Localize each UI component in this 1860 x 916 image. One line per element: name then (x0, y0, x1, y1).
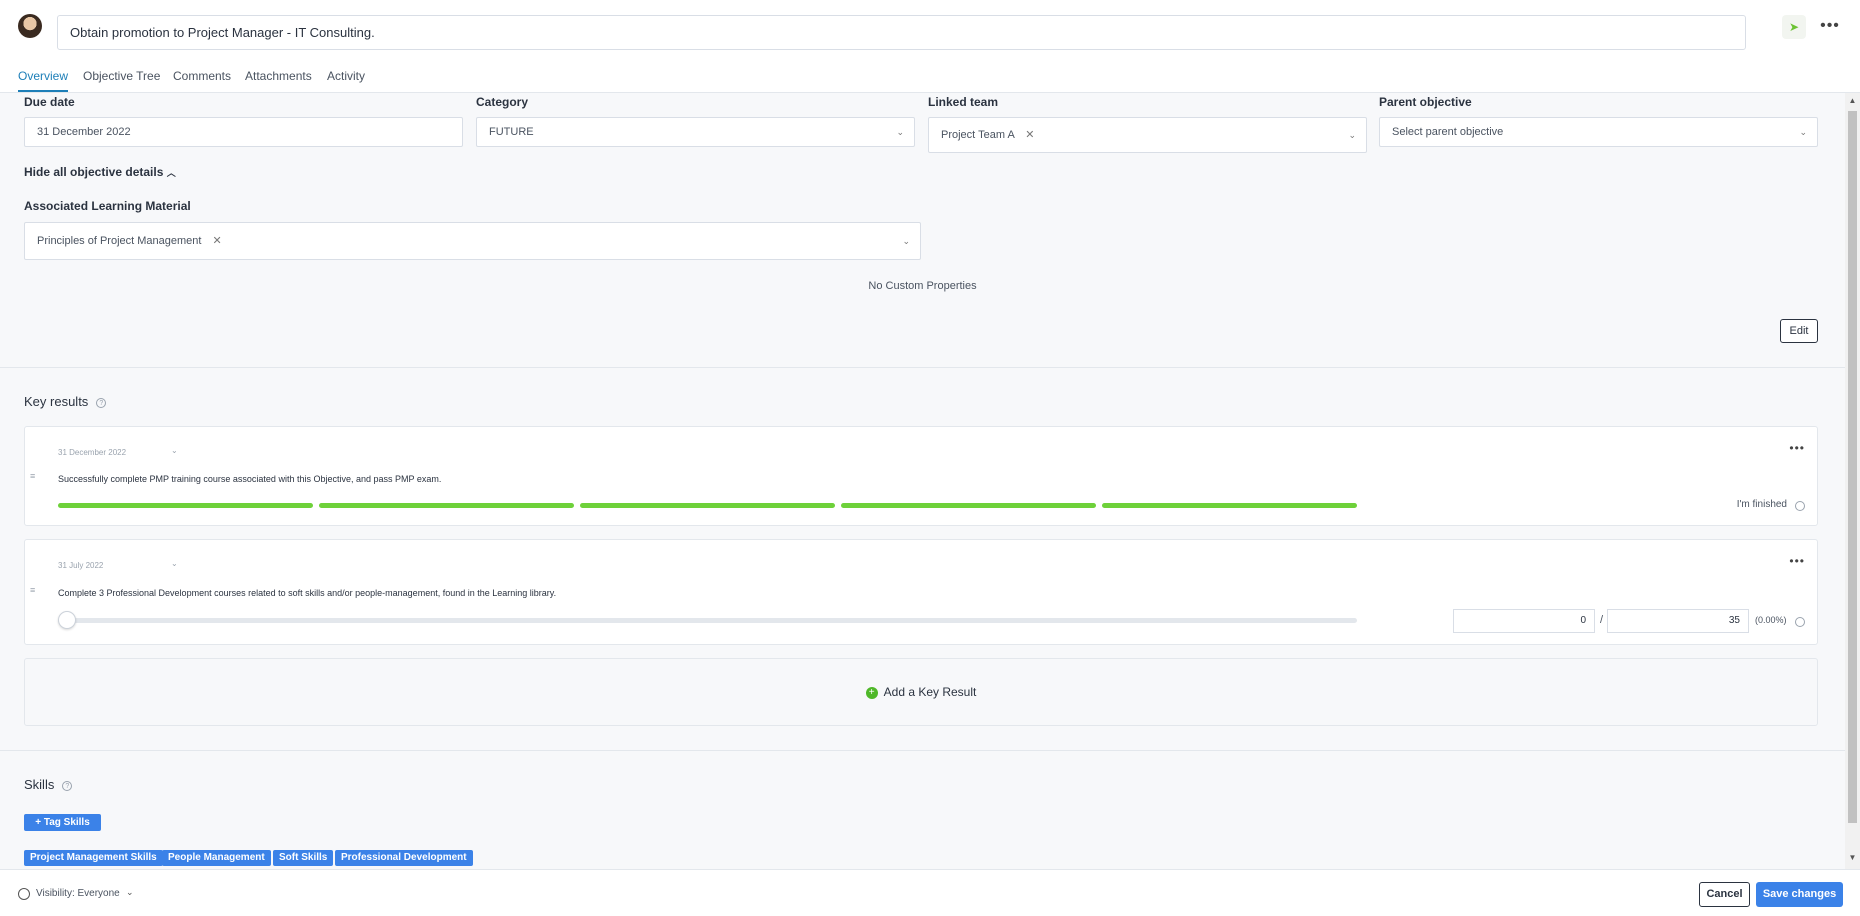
add-key-result-button[interactable]: + Add a Key Result (24, 658, 1818, 726)
chevron-down-icon[interactable]: ⌄ (171, 559, 178, 568)
more-icon[interactable]: ••• (1789, 554, 1805, 568)
footer: Visibility: Everyone ⌄ Cancel Save chang… (0, 869, 1860, 916)
more-icon[interactable]: ••• (1789, 441, 1805, 455)
drag-handle-icon[interactable]: ≡ (30, 471, 35, 481)
chevron-down-icon: ⌄ (1348, 130, 1356, 140)
divider (0, 367, 1845, 368)
chevron-up-icon: ︿ (166, 168, 176, 178)
send-icon[interactable]: ➤ (1782, 15, 1806, 39)
edit-button[interactable]: Edit (1780, 319, 1818, 343)
learning-material-chip: Principles of Project Management (37, 235, 202, 247)
hide-details-toggle[interactable]: Hide all objective details ︿ (24, 165, 176, 179)
chevron-down-icon: ⌄ (896, 127, 904, 137)
chevron-down-icon: ⌄ (1799, 127, 1807, 137)
key-result-date[interactable]: 31 December 2022 (58, 448, 126, 457)
skill-tag[interactable]: People Management (162, 850, 271, 866)
linked-team-label: Linked team (928, 95, 999, 109)
chevron-down-icon[interactable]: ⌄ (126, 887, 134, 898)
current-value-input[interactable]: 0 (1453, 609, 1595, 633)
percent-label: (0.00%) (1755, 615, 1787, 625)
linked-team-select[interactable]: Project Team A ✕ ⌄ (928, 117, 1367, 153)
add-key-result-row: + Add a Key Result (25, 685, 1817, 699)
chevron-down-icon[interactable]: ⌄ (171, 446, 178, 455)
tag-skills-button[interactable]: + Tag Skills (24, 814, 101, 831)
skill-tag[interactable]: Professional Development (335, 850, 473, 866)
key-results-title: Key results? (24, 394, 107, 409)
tab-overview[interactable]: Overview (18, 69, 69, 92)
plus-icon: + (865, 686, 878, 699)
progress-segment[interactable] (841, 503, 1096, 508)
tag-skills-label: Tag Skills (43, 817, 90, 828)
separator: / (1600, 614, 1604, 626)
skills-title: Skills? (24, 777, 73, 792)
linked-team-chip: Project Team A (941, 129, 1015, 141)
add-key-result-label: Add a Key Result (883, 685, 977, 699)
close-icon[interactable]: ✕ (213, 235, 222, 247)
close-icon[interactable]: ✕ (1025, 129, 1034, 141)
progress-segment[interactable] (580, 503, 835, 508)
scrollbar-thumb[interactable] (1848, 111, 1857, 823)
skill-tag[interactable]: Soft Skills (273, 850, 334, 866)
progress-segment[interactable] (58, 503, 313, 508)
tab-activity[interactable]: Activity (327, 69, 365, 83)
divider (0, 750, 1845, 751)
tab-bar: Overview Objective Tree Comments Attachm… (0, 56, 1860, 93)
due-date-value: 31 December 2022 (37, 126, 131, 138)
progress-slider-thumb[interactable] (58, 611, 76, 629)
plus-icon: + (35, 817, 44, 828)
category-select[interactable]: FUTURE ⌄ (476, 117, 915, 147)
scrollbar[interactable]: ▲ ▼ (1845, 93, 1860, 869)
no-custom-properties: No Custom Properties (868, 280, 977, 292)
parent-objective-select[interactable]: Select parent objective ⌄ (1379, 117, 1818, 147)
help-icon[interactable]: ? (62, 780, 73, 791)
save-button[interactable]: Save changes (1756, 882, 1843, 907)
help-icon[interactable]: ? (96, 397, 107, 408)
visibility-label[interactable]: Visibility: Everyone (36, 888, 120, 899)
key-result-date[interactable]: 31 July 2022 (58, 561, 103, 570)
due-date-label: Due date (24, 95, 75, 109)
avatar[interactable] (18, 14, 42, 38)
target-value-input[interactable]: 35 (1607, 609, 1749, 633)
chevron-down-icon: ⌄ (902, 236, 910, 246)
cancel-button[interactable]: Cancel (1699, 882, 1750, 907)
tab-comments[interactable]: Comments (173, 69, 231, 83)
objective-title-input[interactable]: Obtain promotion to Project Manager - IT… (57, 15, 1746, 50)
hide-details-label: Hide all objective details (24, 165, 164, 179)
key-result-text: Successfully complete PMP training cours… (58, 474, 442, 484)
progress-segment[interactable] (1102, 503, 1357, 508)
info-icon[interactable] (1795, 617, 1805, 627)
due-date-field[interactable]: 31 December 2022 (24, 117, 463, 147)
more-icon[interactable]: ••• (1818, 15, 1842, 39)
skills-title-text: Skills (24, 777, 55, 792)
skill-tag[interactable]: Project Management Skills (24, 850, 163, 866)
key-result-text: Complete 3 Professional Development cour… (58, 588, 557, 598)
category-value: FUTURE (489, 126, 534, 138)
progress-slider-track[interactable] (58, 618, 1357, 623)
learning-material-select[interactable]: Principles of Project Management ✕ ⌄ (24, 222, 921, 260)
key-result-card: 31 July 2022 ⌄ ≡ Complete 3 Professional… (24, 539, 1818, 645)
parent-objective-placeholder: Select parent objective (1392, 126, 1504, 138)
category-label: Category (476, 95, 529, 109)
scroll-up-icon[interactable]: ▲ (1848, 96, 1857, 105)
progress-segment[interactable] (319, 503, 574, 508)
main-content[interactable]: Due date 31 December 2022 Category FUTUR… (0, 93, 1845, 869)
info-icon[interactable] (1795, 501, 1805, 511)
key-results-title-text: Key results (24, 394, 89, 409)
learning-material-label: Associated Learning Material (24, 199, 191, 213)
tab-attachments[interactable]: Attachments (245, 69, 312, 83)
parent-objective-label: Parent objective (1379, 95, 1472, 109)
globe-icon (18, 888, 30, 900)
header: Obtain promotion to Project Manager - IT… (0, 0, 1860, 56)
tab-objective-tree[interactable]: Objective Tree (83, 69, 160, 83)
drag-handle-icon[interactable]: ≡ (30, 585, 35, 595)
finished-label[interactable]: I'm finished (1737, 499, 1787, 510)
scroll-down-icon[interactable]: ▼ (1848, 853, 1857, 862)
key-result-card: 31 December 2022 ⌄ ≡ Successfully comple… (24, 426, 1818, 526)
